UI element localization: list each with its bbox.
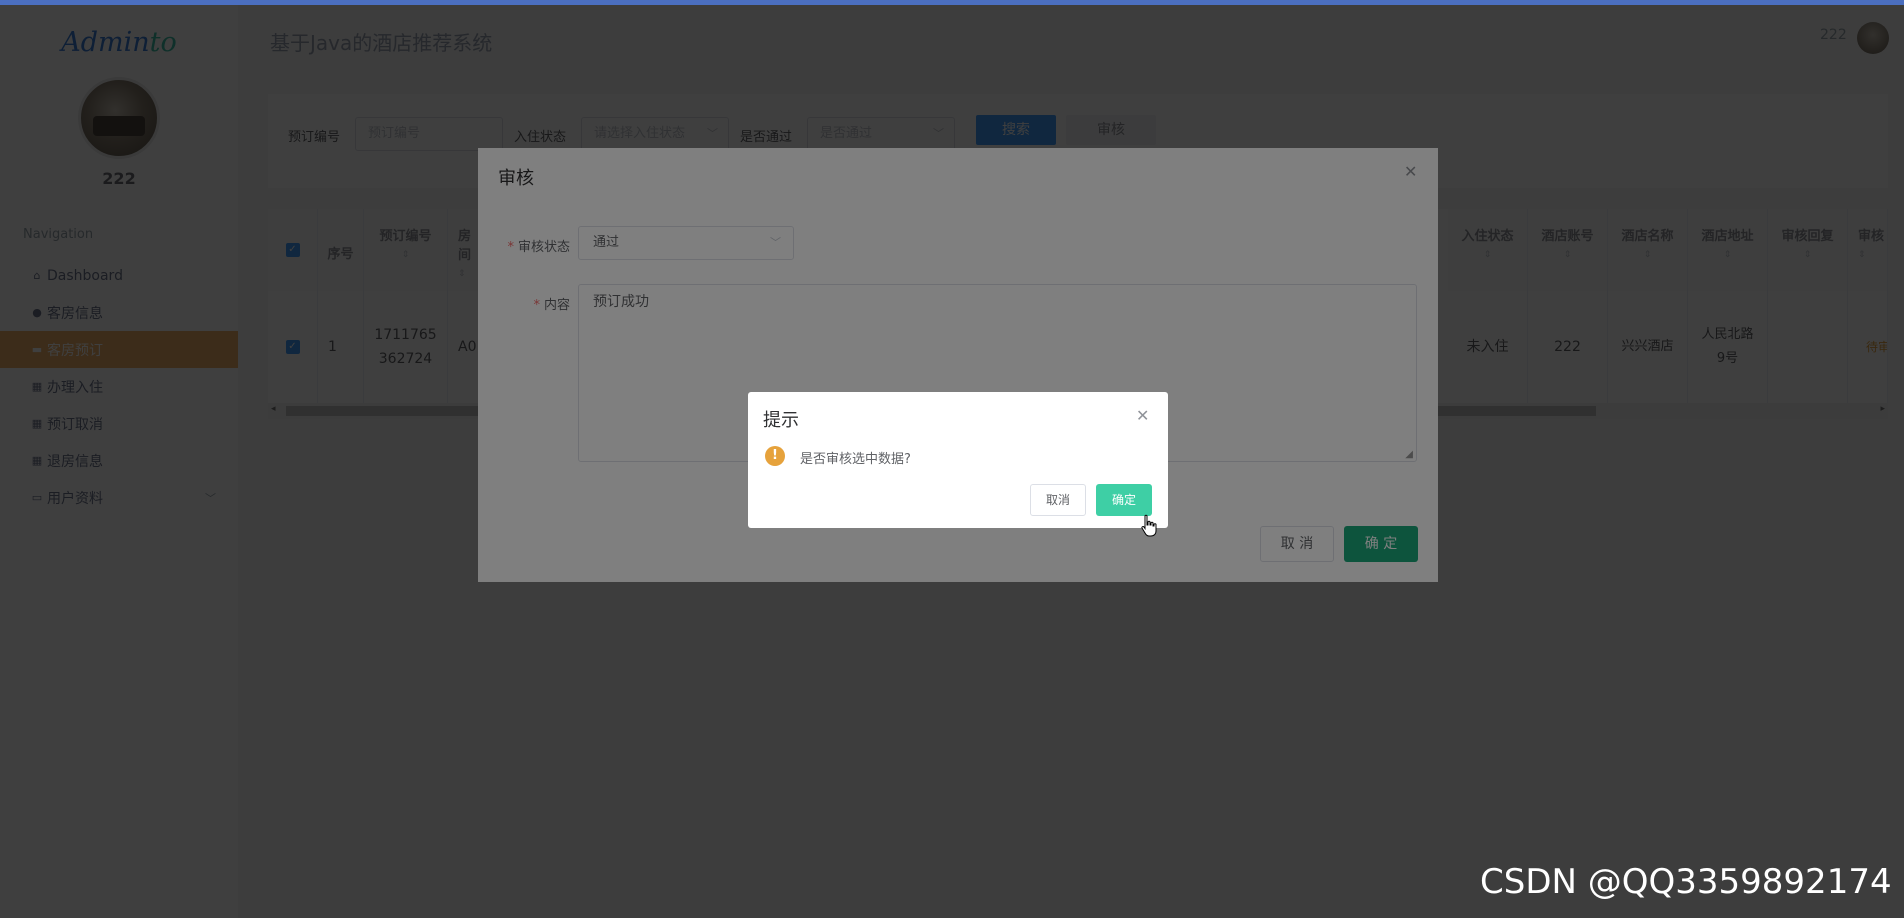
close-icon[interactable]: ✕	[1136, 406, 1149, 425]
message-box-cancel-button[interactable]: 取消	[1030, 484, 1086, 516]
message-box-text: 是否审核选中数据?	[800, 452, 911, 467]
message-box-confirm-button[interactable]: 确定	[1096, 484, 1152, 516]
message-box-title: 提示	[763, 410, 799, 431]
watermark: CSDN @QQ3359892174	[1480, 862, 1892, 902]
warning-icon: !	[765, 446, 785, 466]
hand-cursor-icon	[1141, 514, 1157, 537]
confirm-message-box: 提示 ✕ ! 是否审核选中数据? 取消 确定	[748, 392, 1168, 528]
